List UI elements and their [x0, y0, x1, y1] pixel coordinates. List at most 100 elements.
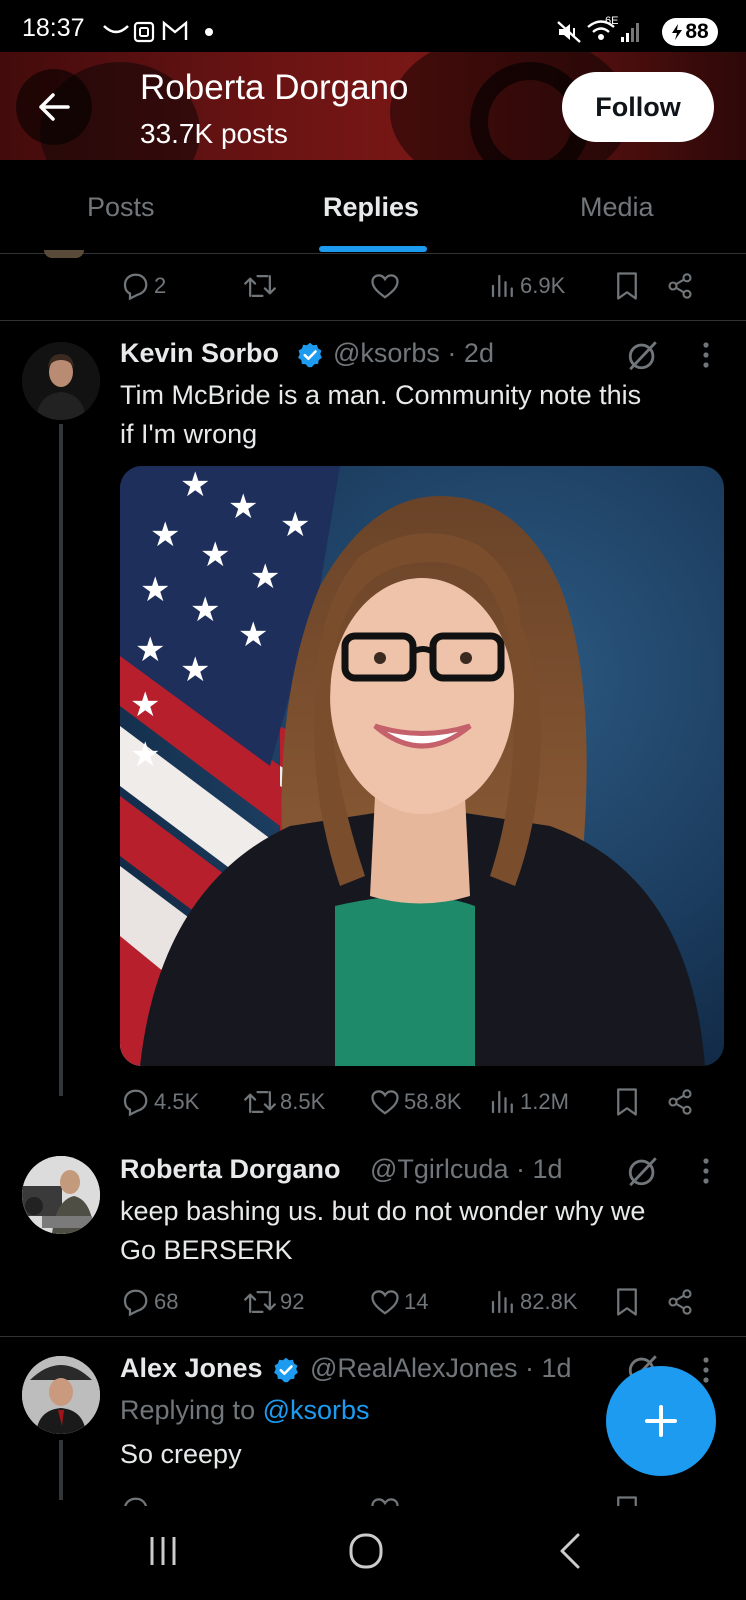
recent-apps-button[interactable] — [148, 1534, 178, 1568]
notification-dot-icon — [205, 28, 213, 36]
repost-button[interactable]: 92 — [244, 1282, 304, 1322]
repost-icon — [244, 275, 276, 297]
like-button[interactable]: 14 — [370, 1282, 428, 1322]
like-icon — [370, 1490, 404, 1506]
thread-line — [59, 424, 63, 1096]
bookmark-button[interactable] — [614, 1282, 644, 1322]
compose-plus-icon — [645, 1405, 677, 1437]
reply-button[interactable]: 68 — [120, 1282, 178, 1322]
reply-button[interactable]: 2 — [120, 266, 166, 306]
home-icon — [349, 1533, 383, 1569]
svg-text:★: ★ — [130, 685, 160, 725]
avatar-alex-jones[interactable] — [22, 1356, 100, 1434]
tweet-author-handle[interactable]: @Tgirlcuda · 1d — [370, 1154, 562, 1185]
verified-icon — [272, 1356, 300, 1384]
tweet-text-line: Tim McBride is a man. Community note thi… — [120, 380, 642, 410]
more-options-icon[interactable] — [700, 1355, 712, 1385]
tab-replies[interactable]: Replies — [323, 192, 419, 223]
tweet-author-name[interactable]: Roberta Dorgano — [120, 1154, 341, 1185]
system-back-button[interactable] — [558, 1532, 582, 1570]
repost-icon — [244, 1291, 276, 1313]
tweet-author-name[interactable]: Alex Jones — [120, 1353, 263, 1384]
svg-text:★: ★ — [238, 615, 268, 655]
reply-icon — [123, 273, 148, 301]
home-button[interactable] — [348, 1532, 384, 1570]
repost-icon — [244, 1091, 276, 1113]
profile-post-count: 33.7K posts — [140, 118, 288, 149]
tweet-author-handle[interactable]: @RealAlexJones · 1d — [310, 1353, 572, 1384]
share-button[interactable] — [666, 1282, 698, 1322]
battery-level: 88 — [685, 20, 709, 43]
tweet-text-line: So creepy — [120, 1439, 242, 1469]
views-count: 1.2M — [520, 1089, 569, 1114]
like-icon — [371, 1290, 399, 1315]
recent-apps-icon — [150, 1537, 176, 1565]
reply-count: 2 — [154, 273, 167, 298]
tweet-text-line: Go BERSERK — [120, 1235, 293, 1265]
back-arrow-icon — [39, 93, 70, 121]
repost-count: 92 — [280, 1289, 305, 1314]
repost-count: 8.5K — [280, 1089, 326, 1114]
tweet-author-handle[interactable]: @ksorbs · 2d — [333, 338, 494, 369]
svg-text:★: ★ — [250, 557, 280, 597]
avatar-roberta-dorgano[interactable] — [22, 1156, 100, 1234]
share-button[interactable] — [666, 1082, 698, 1122]
share-icon — [668, 1089, 692, 1115]
svg-text:★: ★ — [180, 650, 210, 690]
tweet-actions: 4.5K 8.5K 58.8K 1.2M — [0, 1082, 746, 1122]
tweet-author-name[interactable]: Kevin Sorbo — [120, 338, 279, 369]
avatar-partial — [44, 250, 84, 258]
profile-name: Roberta Dorgano — [140, 68, 409, 107]
replying-to-handle[interactable]: @ksorbs — [263, 1395, 370, 1425]
like-button[interactable]: 58.8K — [370, 1082, 462, 1122]
views-icon — [491, 1290, 513, 1314]
back-button[interactable] — [16, 69, 92, 145]
bookmark-button[interactable] — [614, 1082, 644, 1122]
avatar-kevin-sorbo[interactable] — [22, 342, 100, 420]
call-status-icon — [102, 22, 130, 36]
svg-text:★: ★ — [228, 487, 258, 527]
svg-text:★: ★ — [140, 570, 170, 610]
like-icon — [371, 274, 399, 299]
signal-icon — [620, 20, 642, 44]
replying-to-label: Replying to — [120, 1395, 263, 1425]
svg-text:★: ★ — [130, 735, 160, 775]
follow-button[interactable]: Follow — [562, 72, 714, 142]
svg-text:★: ★ — [190, 590, 220, 630]
reply-count: 68 — [154, 1289, 179, 1314]
views-button[interactable]: 1.2M — [490, 1082, 569, 1122]
more-options-icon[interactable] — [700, 1156, 712, 1186]
tab-media[interactable]: Media — [580, 192, 654, 223]
more-options-icon[interactable] — [700, 340, 712, 370]
reply-icon — [123, 1289, 148, 1317]
like-count: 14 — [404, 1289, 429, 1314]
tab-posts[interactable]: Posts — [87, 192, 155, 223]
screenshot-icon — [132, 20, 156, 44]
share-button[interactable] — [666, 266, 698, 306]
grok-icon[interactable] — [626, 1154, 660, 1188]
tweet-actions: 68 92 14 82.8K — [0, 1282, 746, 1322]
svg-text:★: ★ — [180, 466, 210, 505]
views-icon — [491, 1090, 513, 1114]
reply-button[interactable]: 4.5K — [120, 1082, 199, 1122]
wifi-6e-label: 6E — [605, 15, 619, 27]
like-button[interactable] — [370, 266, 404, 306]
views-count: 82.8K — [520, 1289, 578, 1314]
bookmark-button[interactable] — [614, 266, 644, 306]
bookmark-icon — [614, 1490, 644, 1506]
reply-icon — [123, 1089, 148, 1117]
svg-text:★: ★ — [150, 515, 180, 555]
svg-text:★: ★ — [280, 505, 310, 545]
views-button[interactable]: 82.8K — [490, 1282, 578, 1322]
repost-button[interactable]: 8.5K — [244, 1082, 325, 1122]
views-button[interactable]: 6.9K — [490, 266, 565, 306]
compose-post-button[interactable] — [606, 1366, 716, 1476]
active-tab-indicator — [319, 246, 427, 252]
repost-button[interactable] — [244, 266, 280, 306]
grok-icon[interactable] — [626, 338, 660, 372]
divider — [0, 1336, 746, 1337]
tweet-text-line: keep bashing us. but do not wonder why w… — [120, 1196, 646, 1226]
like-count: 58.8K — [404, 1089, 462, 1114]
svg-text:★: ★ — [135, 630, 165, 670]
tweet-image[interactable]: ★ ★ ★ ★ ★ ★ ★ ★ ★ ★ ★ ★ ★ — [120, 466, 724, 1066]
